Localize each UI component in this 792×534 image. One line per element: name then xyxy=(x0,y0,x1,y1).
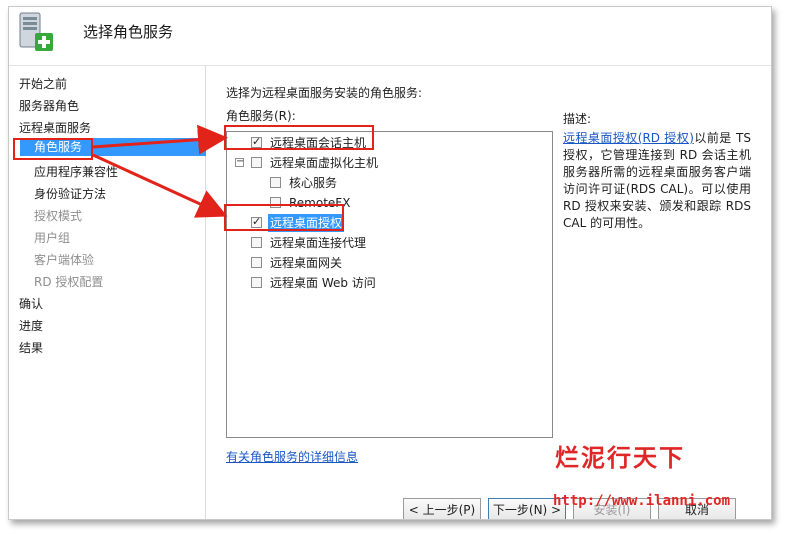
step-remote-desktop-services[interactable]: 远程桌面服务 xyxy=(19,119,91,136)
checkbox[interactable] xyxy=(251,277,262,288)
wizard-steps-nav: 开始之前 服务器角色 远程桌面服务 角色服务 应用程序兼容性 身份验证方法 授权… xyxy=(9,66,212,519)
instruction-text: 选择为远程桌面服务安装的角色服务: xyxy=(226,86,423,100)
description-text: 远程桌面授权(RD 授权)以前是 TS 授权，它管理连接到 RD 会话主机服务器… xyxy=(563,130,751,232)
more-info-link[interactable]: 有关角色服务的详细信息 xyxy=(226,448,358,465)
page-title: 选择角色服务 xyxy=(83,23,174,41)
annotation-box-role-services xyxy=(13,138,93,160)
step-licensing-mode: 授权模式 xyxy=(34,209,83,223)
service-label: 核心服务 xyxy=(289,176,338,190)
checkbox[interactable] xyxy=(251,157,262,168)
collapse-icon[interactable]: − xyxy=(235,156,244,167)
wizard-header: 选择角色服务 xyxy=(9,7,771,66)
step-authentication-method[interactable]: 身份验证方法 xyxy=(34,185,106,202)
step-server-roles[interactable]: 服务器角色 xyxy=(19,97,79,114)
service-label: 远程桌面 Web 访问 xyxy=(270,276,376,290)
step-client-experience: 客户端体验 xyxy=(34,253,95,267)
step-progress[interactable]: 进度 xyxy=(19,317,43,334)
checkbox[interactable] xyxy=(251,237,262,248)
previous-button[interactable]: < 上一步(P) xyxy=(403,498,481,519)
step-before-you-begin[interactable]: 开始之前 xyxy=(19,75,67,92)
description-link[interactable]: 远程桌面授权(RD 授权) xyxy=(563,131,694,145)
checkbox[interactable] xyxy=(251,257,262,268)
service-label: 远程桌面虚拟化主机 xyxy=(270,156,379,170)
watermark-url: http://www.ilanni.com xyxy=(553,493,731,509)
step-rd-licensing-config: RD 授权配置 xyxy=(34,275,104,289)
annotation-box-licensing xyxy=(224,204,344,231)
service-label: 远程桌面连接代理 xyxy=(270,236,367,250)
server-add-icon xyxy=(19,12,53,51)
step-confirmation[interactable]: 确认 xyxy=(19,295,43,312)
services-label: 角色服务(R): xyxy=(226,109,296,123)
description-title: 描述: xyxy=(563,112,592,126)
step-results[interactable]: 结果 xyxy=(19,339,43,356)
step-user-groups: 用户组 xyxy=(34,231,71,245)
service-label: 远程桌面网关 xyxy=(270,256,343,270)
watermark-logo: 烂泥行天下 xyxy=(555,443,685,472)
step-app-compatibility[interactable]: 应用程序兼容性 xyxy=(34,163,118,180)
role-services-tree[interactable]: ✓ 远程桌面会话主机 − 远程桌面虚拟化主机 核心服务 RemoteFX ✓ 远… xyxy=(226,131,553,438)
checkbox[interactable] xyxy=(270,177,281,188)
annotation-box-session-host xyxy=(224,125,374,150)
description-body: 以前是 TS 授权，它管理连接到 RD 会话主机服务器所需的远程桌面服务客户端访… xyxy=(563,131,751,230)
